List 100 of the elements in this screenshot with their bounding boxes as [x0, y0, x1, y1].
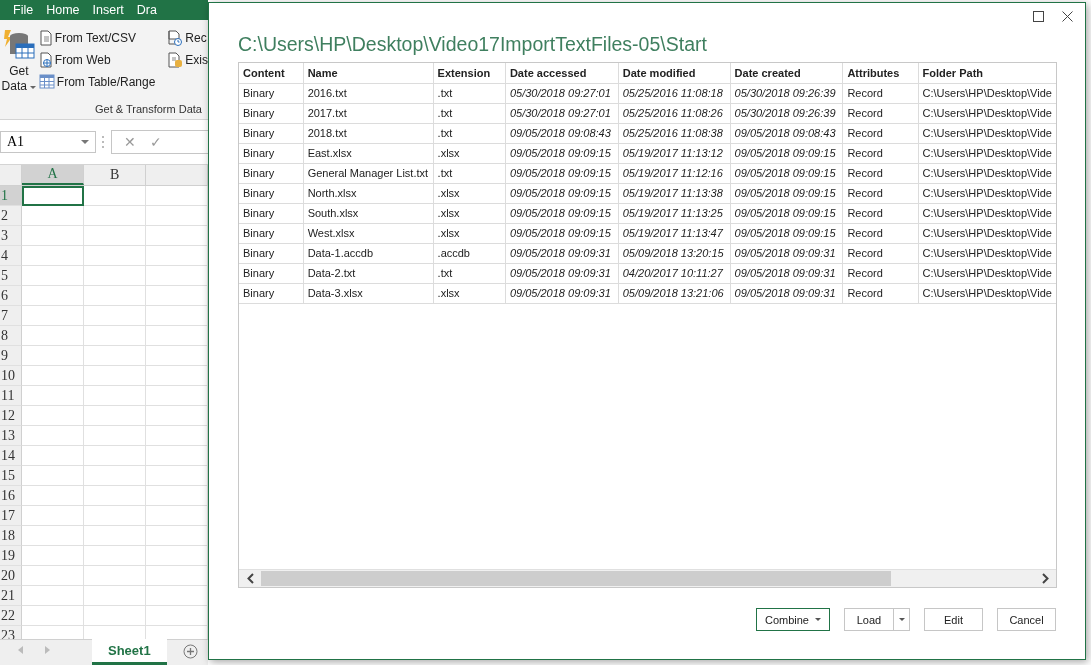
row-header[interactable]: 21: [0, 586, 23, 606]
column-header[interactable]: A: [22, 165, 85, 185]
table-cell: Record: [842, 103, 919, 123]
table-cell: General Manager List.txt: [303, 163, 434, 183]
sheet-tab[interactable]: Sheet1: [92, 639, 167, 665]
table-cell: .xlsx: [433, 223, 506, 243]
table-cell: 05/19/2017 11:13:12: [618, 143, 731, 163]
row-header[interactable]: 12: [0, 406, 23, 426]
row-header[interactable]: 16: [0, 486, 23, 506]
row-header[interactable]: 9: [0, 346, 23, 366]
table-cell: 09/05/2018 09:09:15: [730, 203, 843, 223]
ribbon-command[interactable]: From Text/CSV: [38, 30, 156, 46]
caret-icon: [815, 617, 821, 622]
maximize-icon[interactable]: [1033, 10, 1044, 22]
horizontal-scrollbar[interactable]: [239, 569, 1056, 587]
table-cell: .txt: [433, 163, 506, 183]
row-header[interactable]: 19: [0, 546, 23, 566]
table-cell: 09/05/2018 09:09:15: [505, 203, 619, 223]
table-cell: 05/30/2018 09:27:01: [505, 83, 619, 103]
scroll-right-icon[interactable]: [45, 646, 50, 654]
table-cell: 2016.txt: [303, 83, 434, 103]
row-header[interactable]: 3: [0, 226, 23, 246]
column-header: Attributes: [842, 63, 919, 83]
text-file-icon: [38, 30, 53, 46]
column-header: Date accessed: [505, 63, 619, 83]
dropdown-button[interactable]: [894, 608, 910, 631]
table-cell: 05/19/2017 11:12:16: [618, 163, 731, 183]
row-header[interactable]: 2: [0, 206, 23, 226]
table-cell: Record: [842, 83, 919, 103]
dialog-button[interactable]: Cancel: [997, 608, 1056, 631]
table-cell: South.xlsx: [303, 203, 434, 223]
row-header[interactable]: 13: [0, 426, 23, 446]
table-cell: Record: [842, 163, 919, 183]
chevron-left-icon[interactable]: [246, 573, 254, 584]
close-icon[interactable]: [1062, 10, 1073, 22]
row-header[interactable]: 1: [0, 186, 23, 206]
table-cell: .txt: [433, 123, 506, 143]
get-data-button[interactable]: Get Data: [1, 28, 37, 119]
row-header[interactable]: 4: [0, 246, 23, 266]
table-cell: 05/19/2017 11:13:25: [618, 203, 731, 223]
table-cell: 05/19/2017 11:13:38: [618, 183, 731, 203]
row-header[interactable]: 10: [0, 366, 23, 386]
row-header[interactable]: 15: [0, 466, 23, 486]
row-header[interactable]: 18: [0, 526, 23, 546]
ribbon-tab[interactable]: File: [0, 3, 34, 17]
table-cell: North.xlsx: [303, 183, 434, 203]
load-button[interactable]: Load: [844, 608, 894, 631]
row-header[interactable]: 6: [0, 286, 23, 306]
table-cell: 09/05/2018 09:09:15: [730, 223, 843, 243]
table-cell: 05/25/2016 11:08:18: [618, 83, 731, 103]
ribbon-command[interactable]: From Web: [38, 52, 156, 68]
name-box[interactable]: A1: [0, 131, 96, 153]
table-cell: 09/05/2018 09:09:31: [505, 263, 619, 283]
dialog-title: C:\Users\HP\Desktop\Video17ImportTextFiles-05\Start: [238, 33, 708, 56]
caret-icon: [30, 86, 37, 90]
row-header[interactable]: 20: [0, 566, 23, 586]
table-cell: Record: [842, 123, 919, 143]
table-cell: .txt: [433, 83, 506, 103]
table-cell: 09/05/2018 09:09:15: [505, 223, 619, 243]
table-cell: Record: [842, 283, 919, 303]
column-header[interactable]: B: [84, 165, 147, 185]
sheet-cell[interactable]: [22, 186, 85, 206]
table-cell: Binary: [239, 163, 304, 183]
row-header[interactable]: 8: [0, 326, 23, 346]
column-header: Content: [239, 63, 304, 83]
row-header[interactable]: 23: [0, 626, 23, 639]
table-cell: 09/05/2018 09:08:43: [730, 123, 843, 143]
table-cell: Record: [842, 183, 919, 203]
column-header: Folder Path: [918, 63, 1056, 83]
row-header[interactable]: 11: [0, 386, 23, 406]
grip-icon: [102, 135, 105, 149]
ribbon-tab[interactable]: Home: [33, 3, 80, 17]
column-header: Name: [303, 63, 434, 83]
combine-dropdown-button[interactable]: Combine: [755, 608, 830, 631]
table-cell: Binary: [239, 283, 304, 303]
row-header[interactable]: 5: [0, 266, 23, 286]
scroll-thumb[interactable]: [261, 571, 891, 586]
caret-icon: [81, 139, 89, 145]
row-header[interactable]: 7: [0, 306, 23, 326]
ribbon-tab[interactable]: Dra: [123, 3, 157, 17]
ribbon-command[interactable]: From Table/Range: [38, 74, 156, 89]
table-cell: Record: [842, 203, 919, 223]
scroll-left-icon[interactable]: [18, 646, 23, 654]
ribbon-command[interactable]: Rec: [167, 30, 208, 46]
chevron-right-icon[interactable]: [1041, 573, 1049, 584]
row-header[interactable]: 17: [0, 506, 23, 526]
table-cell: Binary: [239, 183, 304, 203]
table-cell: 05/09/2018 13:20:15: [618, 243, 731, 263]
clock-document-icon: [167, 30, 184, 46]
add-sheet-icon[interactable]: [182, 644, 198, 659]
row-header[interactable]: 14: [0, 446, 23, 466]
table-cell: .txt: [433, 103, 506, 123]
ribbon-tab[interactable]: Insert: [79, 3, 124, 17]
table-cell: 05/25/2016 11:08:26: [618, 103, 731, 123]
dialog-button[interactable]: Edit: [924, 608, 983, 631]
table-cell: Data-1.accdb: [303, 243, 434, 263]
row-header[interactable]: 22: [0, 606, 23, 626]
table-cell: 05/25/2016 11:08:38: [618, 123, 731, 143]
table-cell: Record: [842, 223, 919, 243]
ribbon-command[interactable]: Exis: [167, 52, 208, 68]
